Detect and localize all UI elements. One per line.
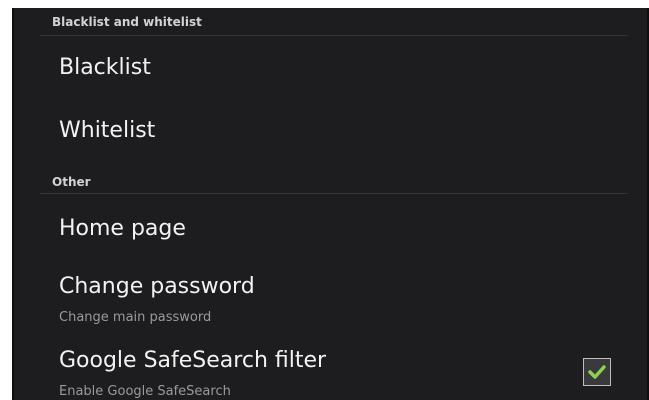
category-header-label: Blacklist and whitelist <box>52 15 202 29</box>
left-edge <box>12 8 14 400</box>
pref-change-password[interactable]: Change password Change main password <box>40 266 628 334</box>
pref-safesearch-title: Google SafeSearch filter <box>59 348 327 373</box>
pref-whitelist-title: Whitelist <box>59 118 156 143</box>
pref-change-password-summary: Change main password <box>59 310 212 325</box>
category-header-label: Other <box>52 175 91 189</box>
check-icon <box>588 365 606 379</box>
pref-home-page-title: Home page <box>59 216 186 241</box>
pref-safesearch-summary: Enable Google SafeSearch <box>59 384 231 399</box>
pref-change-password-title: Change password <box>59 274 255 299</box>
pref-blacklist-title: Blacklist <box>59 55 151 80</box>
safesearch-checkbox[interactable] <box>583 358 611 386</box>
pref-blacklist[interactable]: Blacklist <box>40 36 628 100</box>
category-blacklist-whitelist: Blacklist and whitelist <box>40 8 628 36</box>
pref-home-page[interactable]: Home page <box>40 194 628 266</box>
category-other: Other <box>40 172 628 194</box>
screenshot-frame: Blacklist and whitelist Blacklist Whitel… <box>0 0 649 400</box>
pref-safesearch[interactable]: Google SafeSearch filter Enable Google S… <box>40 334 628 400</box>
settings-screen: Blacklist and whitelist Blacklist Whitel… <box>12 8 649 400</box>
pref-whitelist[interactable]: Whitelist <box>40 100 628 172</box>
